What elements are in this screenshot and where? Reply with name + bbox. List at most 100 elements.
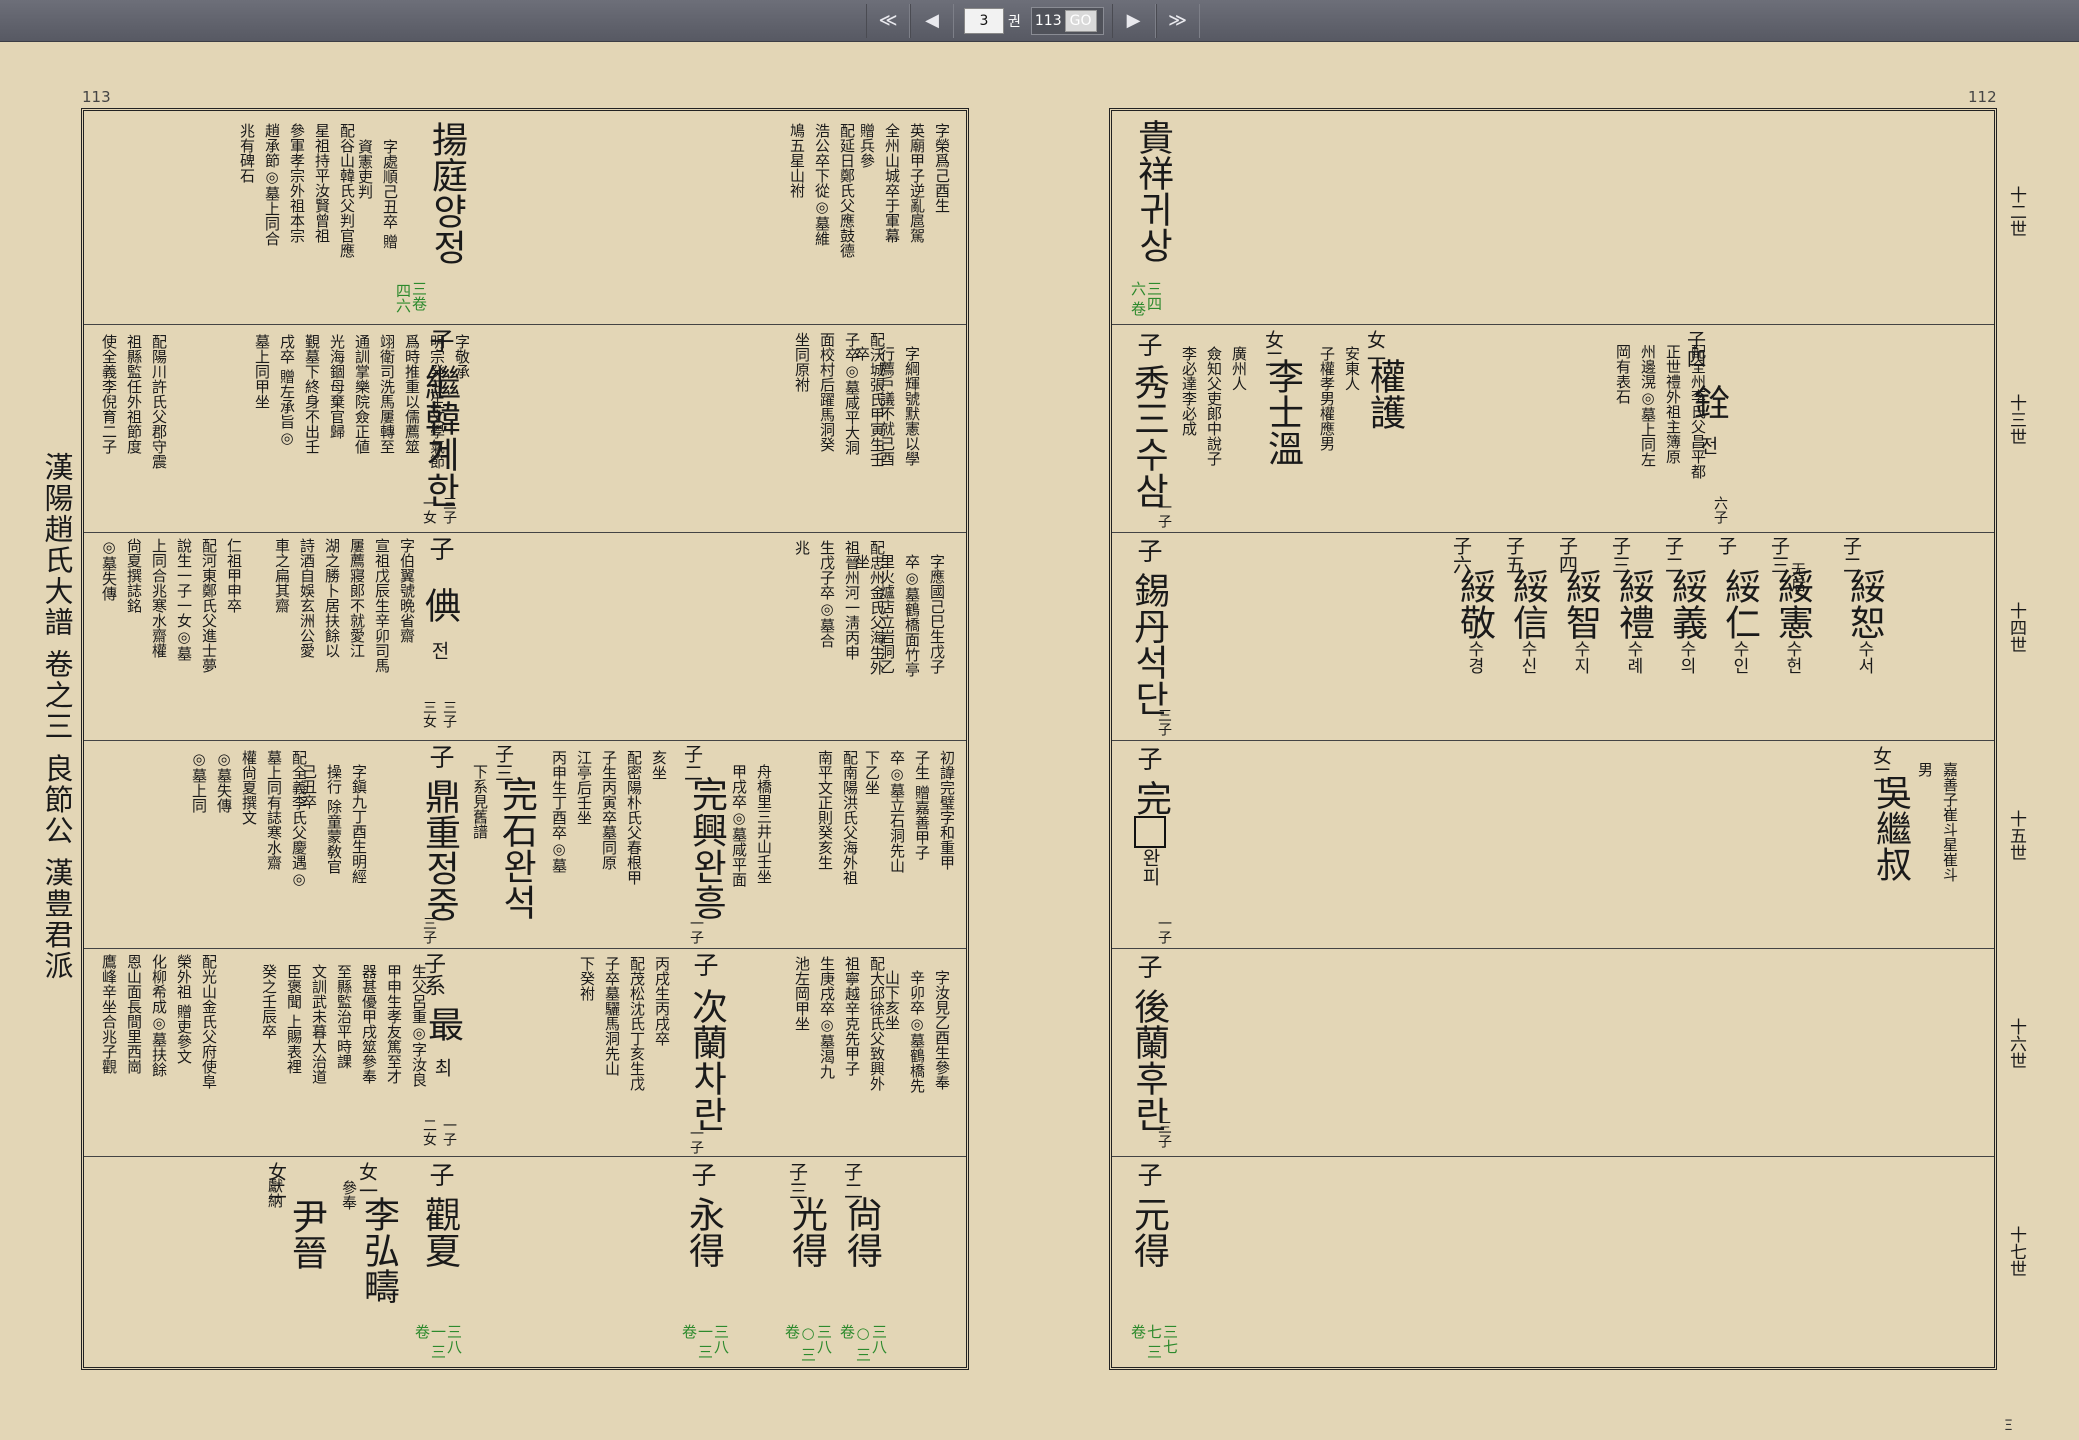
first-page-button[interactable]: ≪ bbox=[866, 3, 910, 38]
note: 字伯翼號晩省齋 宣祖戊辰生辛卯司馬 屢薦寢郞不就愛江 湖之勝卜居扶餘以 詩酒自娛… bbox=[273, 538, 416, 673]
note: 舟橋里三井山壬坐 甲戌卒◎墓咸平面 bbox=[730, 764, 773, 887]
page-jump-box: 113 GO bbox=[1030, 6, 1104, 35]
children-count: 一子 bbox=[1156, 500, 1172, 528]
note: 初諱完璧字和重甲 子生 贈嘉善甲子 卒◎墓立石洞先山 下乙坐 bbox=[863, 750, 956, 873]
generation-label: 十四世 bbox=[2006, 602, 2026, 653]
name-text: 綏信 bbox=[1507, 568, 1548, 640]
vol-ref: 三七七 三卷 bbox=[1129, 1324, 1179, 1359]
name-text: 完 bbox=[1130, 780, 1171, 816]
right-row-3: 子 錫丹석단 三子 子六 綏敬수경 子五 綏信수신 子四 綏智수지 子三 綏禮수례 子二 綏義수의… bbox=[1112, 532, 1994, 741]
name-gwangdeuk: 光得 bbox=[786, 1196, 827, 1268]
relation-label: 子 bbox=[426, 744, 455, 769]
note: 配延日鄭氏父應鼓德 浩公卒下從◎墓維 鳩五星山祔 bbox=[788, 123, 856, 258]
note: 配全義李氏父慶遇◎ 墓上同有誌寒水齋 權尙夏撰文 ◎墓失傳 ◎墓上同 bbox=[190, 750, 308, 888]
name-text: 銓 bbox=[1688, 384, 1729, 420]
name-seokdan: 錫丹석단 bbox=[1126, 572, 1170, 716]
note: 丙戌生丙戌卒 配茂松沈氏丁亥生戊 子卒墓驪馬洞先山 下癸祔 bbox=[578, 956, 671, 1091]
go-button[interactable]: GO bbox=[1064, 9, 1097, 32]
name-gwanha: 觀夏 bbox=[419, 1196, 460, 1268]
left-page: 揚庭양정 三卷 四六 字處順己丑卒 贈 資憲吏判 配谷山韓氏父判官應 星祖持平汝… bbox=[81, 108, 969, 1370]
relation-label: 子 bbox=[1134, 332, 1163, 357]
name-sangdeuk: 尙得 bbox=[841, 1196, 882, 1268]
name-text: 綏仁 bbox=[1719, 568, 1760, 640]
nav-group: ≪ ◀ 3 권 113 GO ▶ ≫ bbox=[866, 3, 1200, 38]
relation-label: 子 bbox=[1134, 954, 1163, 979]
relation-label: 子 bbox=[1134, 746, 1163, 771]
relation-label: 子三 bbox=[786, 1162, 808, 1200]
right-row-4: 子 完완피 一子 女二 吳繼叔 嘉善子崔斗星崔斗 男 bbox=[1112, 740, 1994, 949]
name-huran: 後蘭후란 bbox=[1126, 988, 1170, 1132]
name-text: 綏恕 bbox=[1844, 568, 1885, 640]
name-hangul: 완피 bbox=[1139, 848, 1161, 886]
note: 嘉善子崔斗星崔斗 男 bbox=[1916, 762, 1959, 882]
note: 亥坐 配密陽朴氏父春根甲 子生丙寅卒墓同原 江亭后壬坐 丙申生丁酉卒◎墓 bbox=[550, 750, 668, 885]
name-text: 綏禮 bbox=[1613, 568, 1654, 640]
page-number-input[interactable]: 113 bbox=[1035, 13, 1062, 29]
name-text: 完石 bbox=[496, 776, 537, 848]
next-page-button[interactable]: ▶ bbox=[1111, 3, 1156, 38]
children-count: 一子 bbox=[688, 916, 704, 944]
name-hangul: 수의 bbox=[1676, 640, 1696, 674]
name-hangul: 수서 bbox=[1854, 640, 1874, 674]
note: 配谷山韓氏父判官應 星祖持平汝賢曾祖 參軍孝宗外祖本宗 趙承節◎墓上同合 兆有碑… bbox=[238, 123, 356, 258]
volume-input[interactable]: 3 bbox=[964, 7, 1004, 34]
children-count: 六子 bbox=[1712, 496, 1728, 524]
left-row-3: 子 倎전 三子 三女 字伯翼號晩省齋 宣祖戊辰生辛卯司馬 屢薦寢郞不就愛江 湖之… bbox=[84, 532, 966, 741]
name-text: 次蘭 bbox=[686, 988, 727, 1060]
vol-ref: 三八一 三卷 bbox=[413, 1324, 463, 1359]
children-count: 一子 bbox=[1156, 916, 1172, 944]
right-row-6: 子 元得 三七七 三卷 bbox=[1112, 1156, 1994, 1364]
vol-ref: 三八○ 三卷 bbox=[783, 1324, 833, 1362]
volume-unit-label: 권 bbox=[1008, 13, 1021, 30]
name-ihongju: 李弘疇 bbox=[358, 1196, 399, 1304]
left-page-number: 113 bbox=[82, 88, 111, 106]
generation-label: 十七世 bbox=[2006, 1226, 2026, 1277]
name-hangul: 수삼 bbox=[1128, 436, 1169, 508]
name-gwisang: 貴祥귀상 bbox=[1130, 119, 1174, 263]
last-page-button[interactable]: ≫ bbox=[1155, 3, 1200, 38]
vol-ref: 四六 bbox=[394, 283, 412, 313]
prev-page-button[interactable]: ◀ bbox=[910, 3, 954, 38]
son-name: 綏義수의 bbox=[1664, 568, 1708, 674]
left-row-4: 子 鼎重정중 三子 字鎭九丁酉生明經 操行 除童蒙敎官 己丑卒 配全義李氏父慶遇… bbox=[84, 740, 966, 949]
name-wondeuk: 元得 bbox=[1128, 1196, 1169, 1268]
relation-label: 子 bbox=[1134, 538, 1163, 563]
name-text: 綏智 bbox=[1560, 568, 1601, 640]
son-name: 綏信수신 bbox=[1505, 568, 1549, 674]
children-count: 一子 bbox=[688, 1126, 704, 1154]
no-heir-note: 无后 bbox=[1789, 562, 1807, 592]
generation-label: 十五世 bbox=[2006, 810, 2026, 861]
name-hangul: 양정 bbox=[426, 193, 467, 265]
name-text: 綏義 bbox=[1666, 568, 1707, 640]
son-name: 綏仁수인 bbox=[1717, 568, 1761, 674]
vol-ref: 三八○ 三卷 bbox=[838, 1324, 888, 1362]
name-hangul: 귀상 bbox=[1132, 191, 1173, 263]
note: 字汝見乙酉生參奉 辛卯卒◎墓鶴橋先 山下亥坐 bbox=[883, 970, 951, 1093]
name-hangul: 수경 bbox=[1464, 640, 1484, 674]
son-name: 綏敬수경 bbox=[1452, 568, 1496, 674]
name-gwonho: 權護 bbox=[1364, 358, 1405, 430]
note: 字敬承 明宗癸丑生文學氣節 爲時推重以儒薦筮 翊衛司洗馬屢轉至 通訓掌樂院僉正値… bbox=[253, 334, 471, 469]
name-jeongjung: 鼎重정중 bbox=[417, 778, 461, 922]
note: 參奉 bbox=[340, 1180, 358, 1210]
son-name: 綏智수지 bbox=[1558, 568, 1602, 674]
book-title: 漢陽趙氏大譜 卷之三 良節公 漢豊君派 bbox=[40, 452, 74, 982]
note: 配沃城張氏甲寅生壬 子卒◎墓咸平大洞 面校村后躍馬洞癸 坐同原祔 bbox=[793, 332, 886, 467]
name-text: 綏敬 bbox=[1454, 568, 1495, 640]
relation-label: 子四 bbox=[1684, 330, 1706, 368]
note: 配大邱徐氏父致興外 祖寧越辛克先甲子 生庚戌卒◎墓渴九 池左岡甲坐 bbox=[793, 956, 886, 1091]
note: 生父呂重◎字汝良 甲申生孝友篤至才 器甚優甲戌筮參奉 至縣監治平時課 文訓武未暮… bbox=[260, 964, 428, 1087]
name-hangul: 수신 bbox=[1517, 640, 1537, 674]
note: 下系見舊譜 bbox=[471, 764, 489, 839]
name-yunjin: 尹晉 bbox=[286, 1198, 327, 1270]
name-hangul: 수례 bbox=[1623, 640, 1643, 674]
name-text: 鼎重 bbox=[419, 778, 460, 850]
children-count: 三子 三女 bbox=[421, 700, 457, 728]
corner-mark: Ξ bbox=[2004, 1418, 2013, 1434]
name-text: 錫丹 bbox=[1128, 572, 1169, 644]
toolbar: ≪ ◀ 3 권 113 GO ▶ ≫ bbox=[0, 0, 2079, 42]
note: 字榮爲己酉生 英廟甲子逆亂扈駕 全州山城卒于軍幕 贈兵參 bbox=[858, 123, 951, 243]
name-charan: 次蘭차란 bbox=[684, 988, 728, 1132]
vol-ref: 三八一 三卷 bbox=[680, 1324, 730, 1359]
name-hangul: 수인 bbox=[1729, 640, 1749, 674]
